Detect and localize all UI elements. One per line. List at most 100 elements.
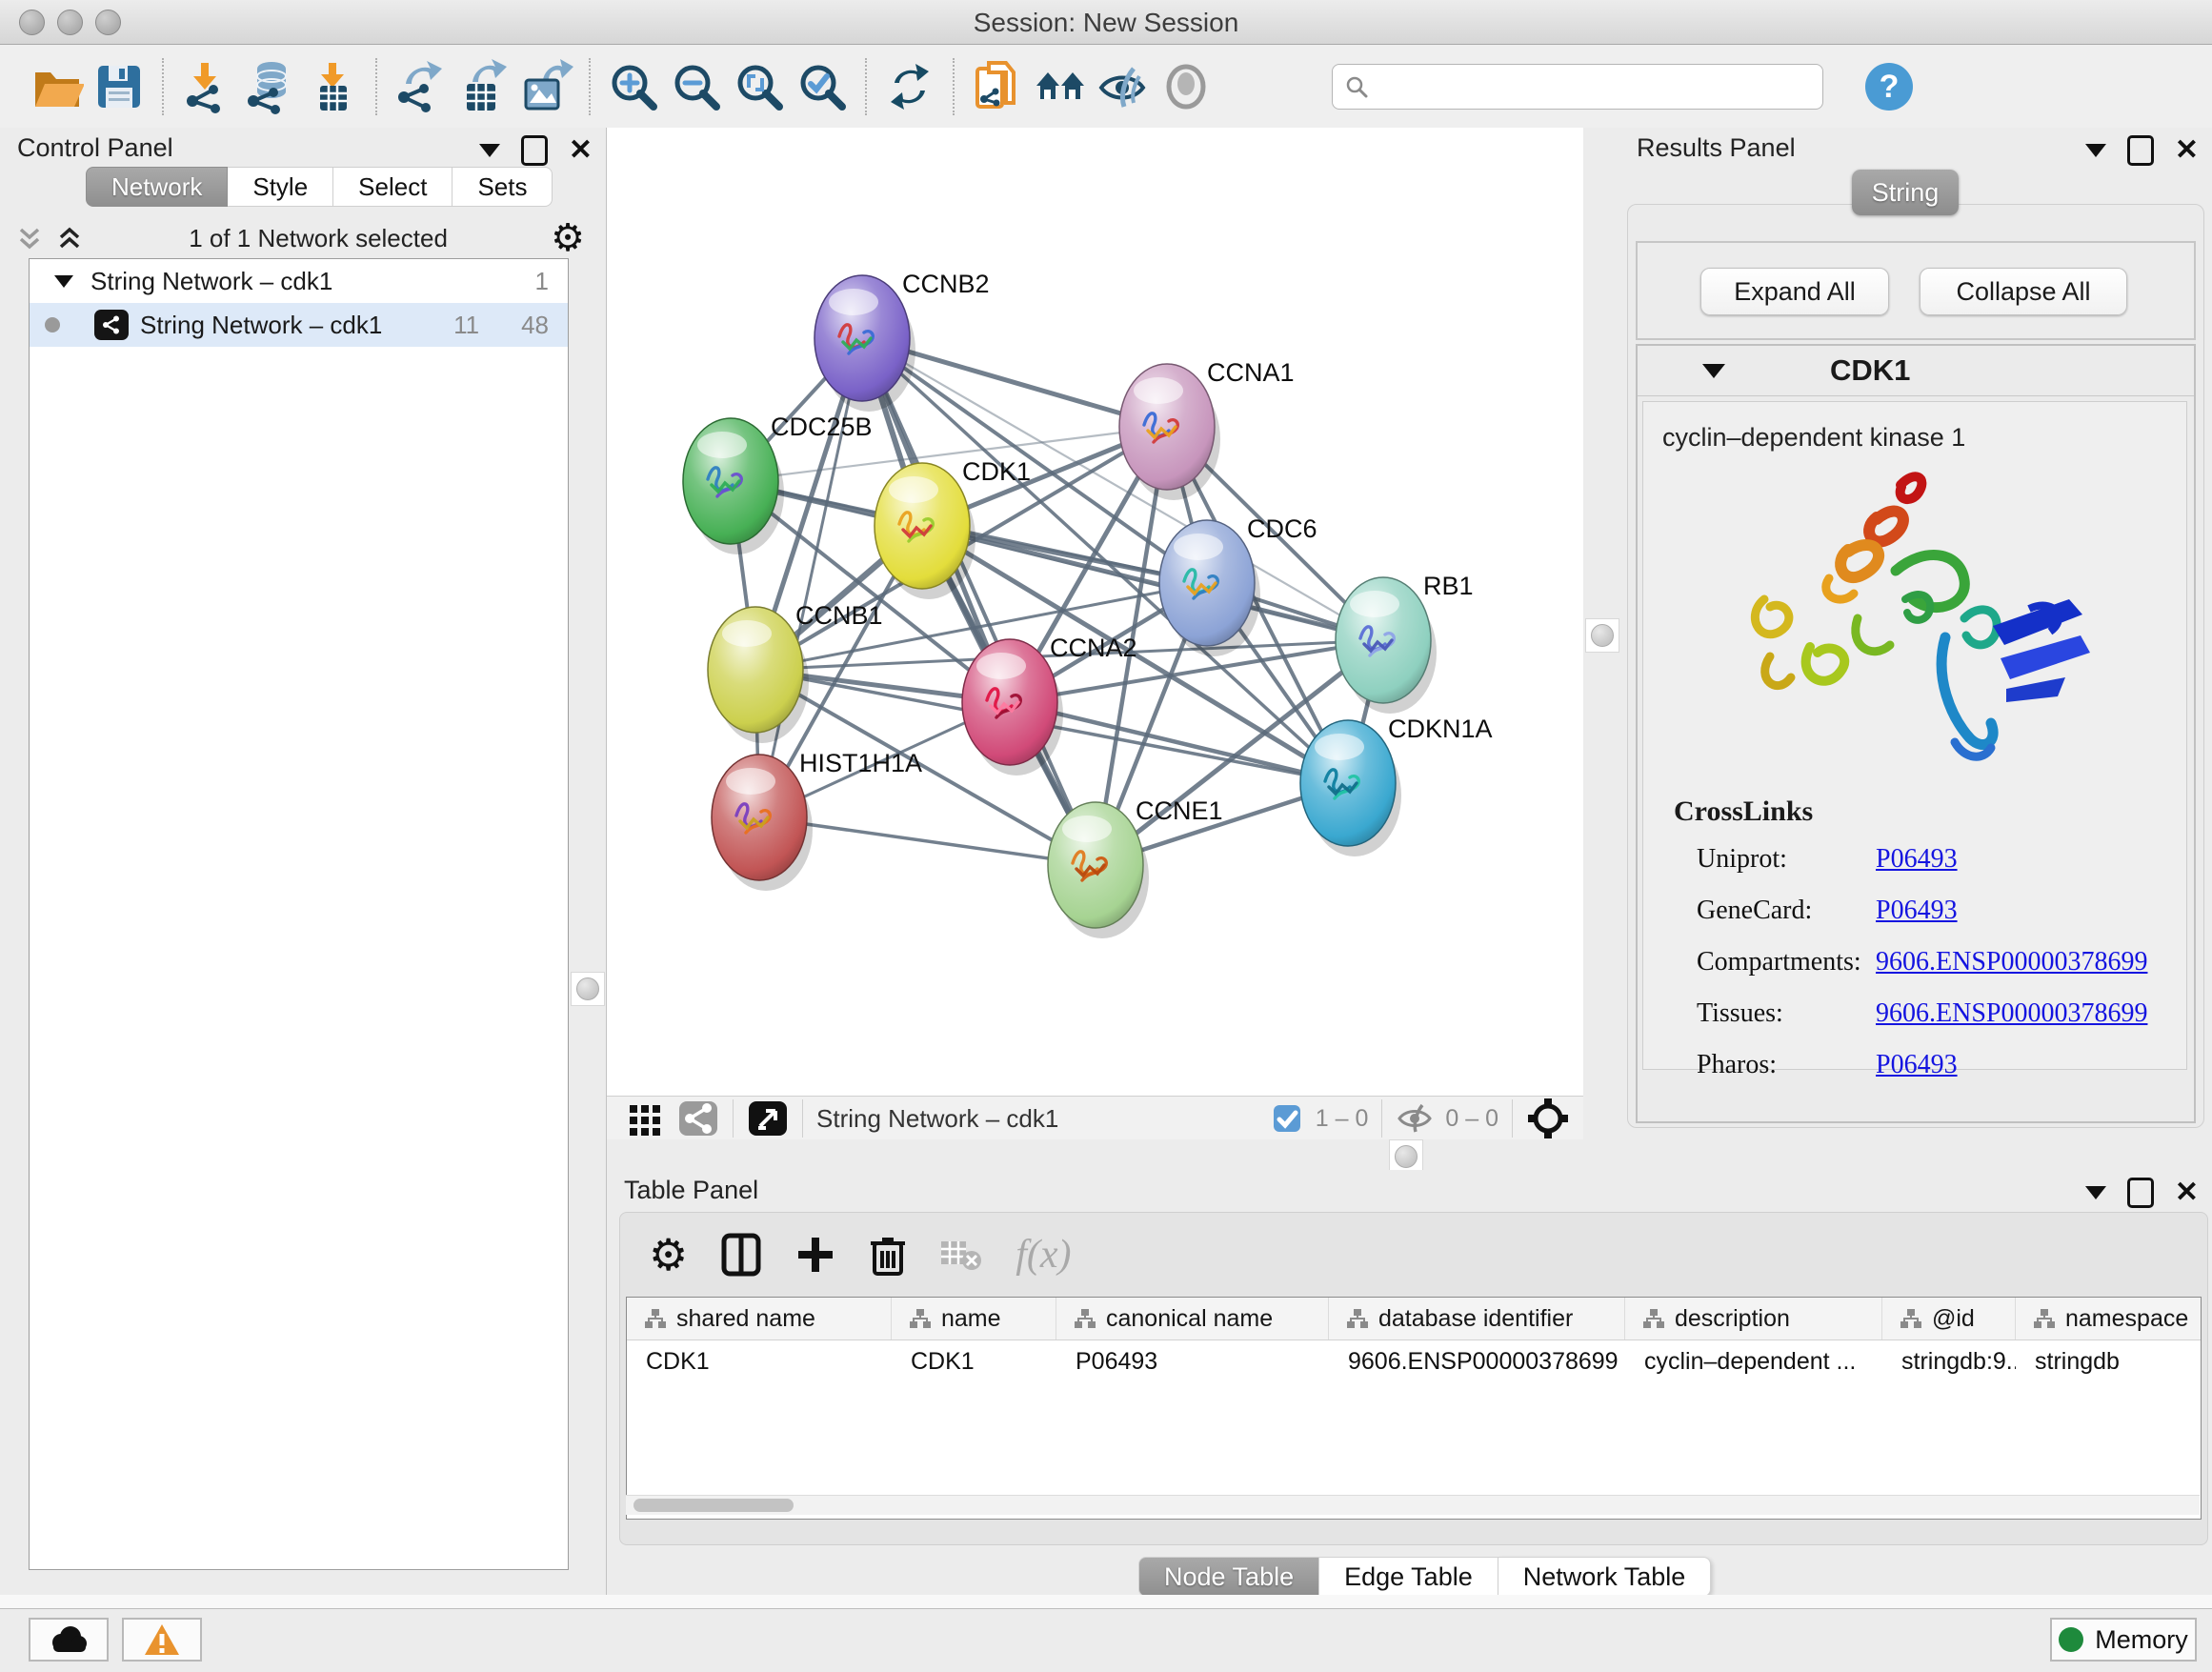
import-table-button[interactable] xyxy=(301,55,364,118)
tab-sets[interactable]: Sets xyxy=(452,167,553,207)
results-panel-close-icon[interactable]: ✕ xyxy=(2175,138,2199,163)
tab-style[interactable]: Style xyxy=(228,167,333,207)
network-edge-CCNB2-CCNE1[interactable] xyxy=(862,338,1096,865)
table-panel-menu-icon[interactable] xyxy=(2085,1186,2106,1199)
crosslink-link[interactable]: P06493 xyxy=(1876,1050,1958,1080)
network-node-CDC6[interactable]: CDC6 xyxy=(1159,514,1317,656)
import-network-database-button[interactable] xyxy=(238,55,301,118)
selected-checkbox-icon[interactable] xyxy=(1272,1103,1302,1134)
hide-selection-button[interactable] xyxy=(1092,55,1155,118)
fit-content-crosshair-icon[interactable] xyxy=(1526,1097,1570,1140)
delete-column-icon[interactable] xyxy=(869,1232,907,1278)
table-cell[interactable]: stringdb xyxy=(2016,1340,2202,1382)
column-header-database-identifier[interactable]: database identifier xyxy=(1329,1298,1625,1340)
network-node-HIST1H1A[interactable]: HIST1H1A xyxy=(712,749,922,891)
column-header-namespace[interactable]: namespace xyxy=(2016,1298,2202,1340)
gene-collapse-icon[interactable] xyxy=(1702,364,1725,378)
add-column-icon[interactable] xyxy=(794,1234,836,1276)
zoom-in-button[interactable] xyxy=(602,55,665,118)
expand-all-icon[interactable] xyxy=(53,222,86,254)
tab-network-table[interactable]: Network Table xyxy=(1498,1557,1712,1597)
tab-node-table[interactable]: Node Table xyxy=(1138,1557,1319,1597)
results-splitter-handle[interactable] xyxy=(1585,618,1619,653)
show-columns-icon[interactable] xyxy=(720,1232,762,1278)
expand-all-button[interactable]: Expand All xyxy=(1700,268,1889,315)
tab-select[interactable]: Select xyxy=(333,167,452,207)
export-network-button[interactable] xyxy=(389,55,452,118)
network-node-RB1[interactable]: RB1 xyxy=(1336,572,1474,714)
table-panel-close-icon[interactable]: ✕ xyxy=(2175,1180,2199,1205)
table-splitter-handle[interactable] xyxy=(1389,1139,1423,1174)
zoom-out-button[interactable] xyxy=(665,55,728,118)
help-button[interactable]: ? xyxy=(1858,55,1920,118)
search-input[interactable] xyxy=(1369,72,1811,101)
crosslink-link[interactable]: 9606.ENSP00000378699 xyxy=(1876,947,2147,977)
node-label-CCNB1: CCNB1 xyxy=(795,601,883,630)
table-horizontal-scrollbar[interactable] xyxy=(626,1495,2200,1515)
network-node-CCNE1[interactable]: CCNE1 xyxy=(1048,796,1223,938)
table-cell[interactable]: 9606.ENSP00000378699 xyxy=(1329,1340,1625,1382)
results-panel-float-icon[interactable] xyxy=(2127,135,2154,166)
crosslink-link[interactable]: P06493 xyxy=(1876,896,1958,926)
tab-string[interactable]: String xyxy=(1852,170,1959,215)
network-options-gear-icon[interactable]: ⚙ xyxy=(551,219,585,257)
network-node-CCNB1[interactable]: CCNB1 xyxy=(708,601,883,743)
global-search-field[interactable] xyxy=(1332,64,1823,110)
network-edge-CCNB2-HIST1H1A[interactable] xyxy=(759,338,862,817)
network-node-CCNA1[interactable]: CCNA1 xyxy=(1119,358,1295,500)
node-table-body: CDK1CDK1P064939606.ENSP00000378699cyclin… xyxy=(627,1340,2201,1382)
zoom-selected-button[interactable] xyxy=(791,55,854,118)
collapse-all-button[interactable]: Collapse All xyxy=(1920,268,2127,315)
control-panel-close-icon[interactable]: ✕ xyxy=(569,138,593,163)
column-header-label: shared name xyxy=(676,1305,815,1333)
control-panel-menu-icon[interactable] xyxy=(479,144,500,157)
group-nodes-button[interactable] xyxy=(1029,55,1092,118)
column-header-description[interactable]: description xyxy=(1625,1298,1882,1340)
save-session-button[interactable] xyxy=(88,55,151,118)
network-canvas[interactable]: CCNB2CCNA1CDC25BCDK1CDC6RB1CCNB1CCNA2CDK… xyxy=(607,128,1583,1096)
preferred-layout-button[interactable] xyxy=(878,55,941,118)
network-node-CDKN1A[interactable]: CDKN1A xyxy=(1300,715,1493,856)
table-row[interactable]: CDK1CDK1P064939606.ENSP00000378699cyclin… xyxy=(627,1340,2201,1382)
network-view-icon[interactable] xyxy=(677,1099,719,1138)
network-node-CCNB2[interactable]: CCNB2 xyxy=(814,270,990,412)
tab-edge-table[interactable]: Edge Table xyxy=(1319,1557,1498,1597)
crosslink-link[interactable]: P06493 xyxy=(1876,844,1958,875)
column-header-canonical-name[interactable]: canonical name xyxy=(1056,1298,1329,1340)
table-panel-float-icon[interactable] xyxy=(2127,1178,2154,1208)
memory-button[interactable]: Memory xyxy=(2050,1618,2197,1662)
table-options-gear-icon[interactable]: ⚙ xyxy=(649,1236,688,1274)
network-collection-row[interactable]: String Network – cdk1 1 xyxy=(30,259,568,303)
zoom-fit-button[interactable] xyxy=(728,55,791,118)
table-cell[interactable]: stringdb:9... xyxy=(1882,1340,2016,1382)
birdseye-view-icon[interactable] xyxy=(747,1099,789,1138)
grid-view-icon[interactable] xyxy=(626,1099,664,1138)
export-table-button[interactable] xyxy=(452,55,514,118)
network-node-CDC25B[interactable]: CDC25B xyxy=(683,413,873,554)
cloud-status-button[interactable] xyxy=(29,1618,109,1662)
scrollbar-thumb[interactable] xyxy=(633,1499,794,1512)
table-cell[interactable]: CDK1 xyxy=(892,1340,1056,1382)
column-header--id[interactable]: @id xyxy=(1882,1298,2016,1340)
collection-expand-icon[interactable] xyxy=(54,275,73,288)
column-header-shared-name[interactable]: shared name xyxy=(627,1298,892,1340)
network-node-CCNA2[interactable]: CCNA2 xyxy=(962,634,1137,776)
table-cell[interactable]: cyclin–dependent ... xyxy=(1625,1340,1882,1382)
table-cell[interactable]: CDK1 xyxy=(627,1340,892,1382)
warnings-button[interactable] xyxy=(122,1618,202,1662)
crosslink-link[interactable]: 9606.ENSP00000378699 xyxy=(1876,998,2147,1029)
export-image-button[interactable] xyxy=(514,55,577,118)
open-session-button[interactable] xyxy=(25,55,88,118)
new-network-from-selection-button[interactable] xyxy=(966,55,1029,118)
control-panel-float-icon[interactable] xyxy=(521,135,548,166)
show-all-button[interactable] xyxy=(1155,55,1217,118)
table-cell[interactable]: P06493 xyxy=(1056,1340,1329,1382)
import-network-file-button[interactable] xyxy=(175,55,238,118)
collapse-all-icon[interactable] xyxy=(13,222,46,254)
results-panel-menu-icon[interactable] xyxy=(2085,144,2106,157)
tab-network[interactable]: Network xyxy=(86,167,228,207)
column-header-name[interactable]: name xyxy=(892,1298,1056,1340)
network-row[interactable]: String Network – cdk1 11 48 xyxy=(30,303,568,347)
hidden-eye-slash-icon[interactable] xyxy=(1396,1102,1434,1135)
left-splitter-handle[interactable] xyxy=(571,972,605,1006)
